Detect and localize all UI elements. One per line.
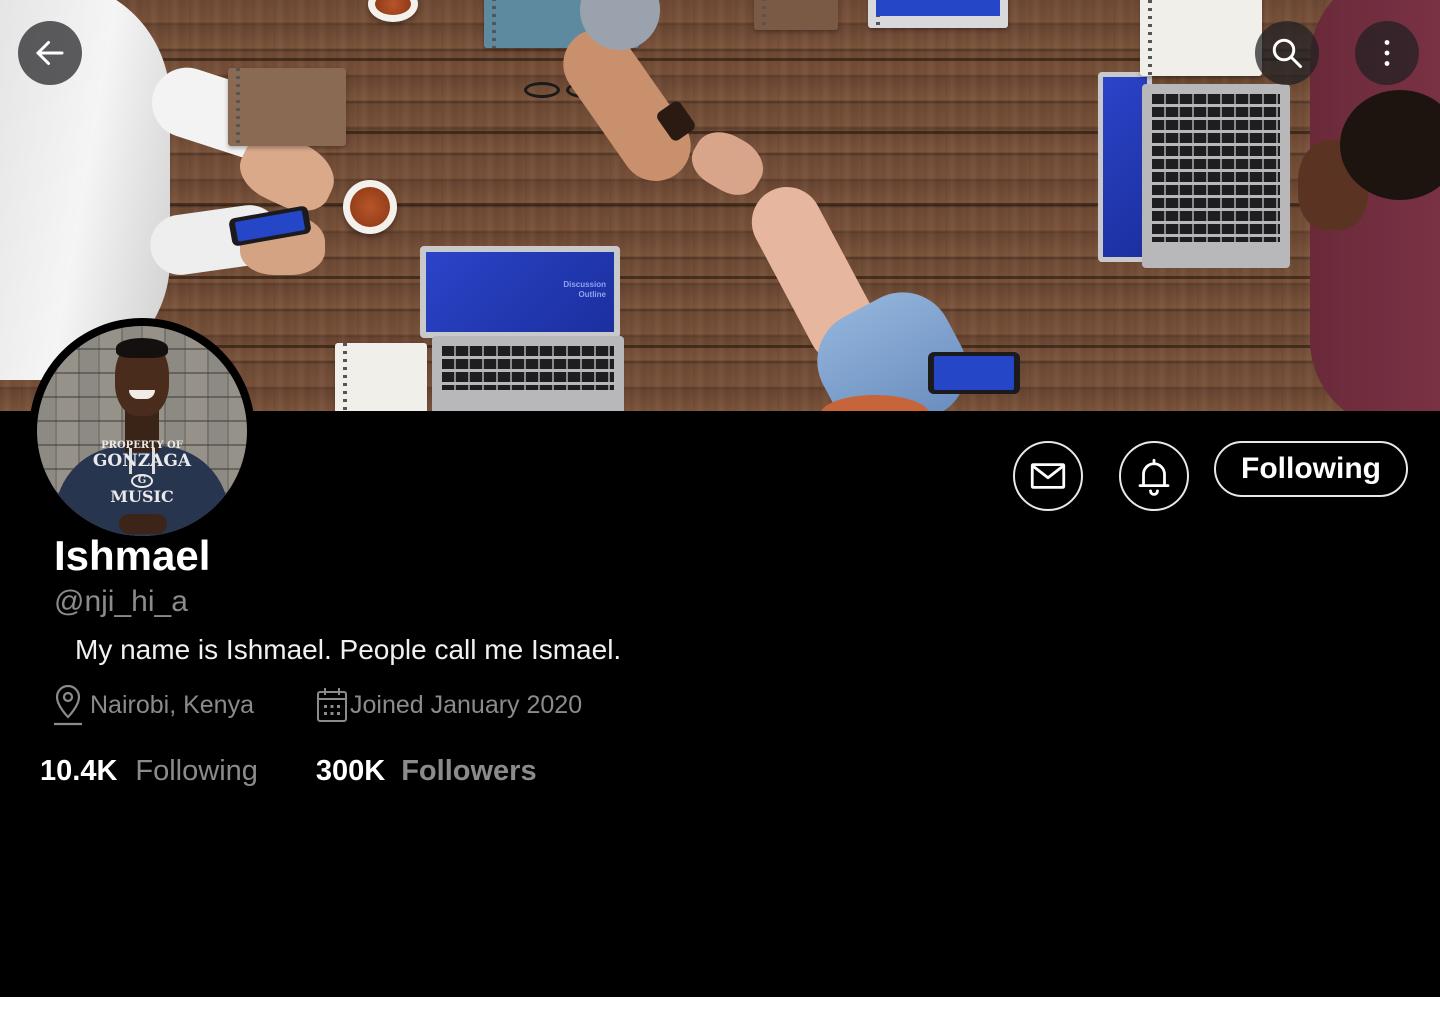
hoodie-text: PROPERTY OF [101,440,183,451]
more-button[interactable] [1355,21,1419,85]
more-vertical-icon [1384,40,1390,66]
join-date: Joined January 2020 [316,683,582,727]
profile-bio: My name is Ishmael. People call me Ismae… [75,634,622,665]
arrow-left-icon [36,41,64,65]
hoodie-text: MUSIC [110,487,174,506]
calendar-icon [316,686,348,724]
profile-handle: @nji_hi_a [54,585,188,618]
following-label[interactable]: Following [135,755,258,788]
message-button[interactable] [1013,441,1083,511]
notifications-button[interactable] [1119,441,1189,511]
join-date-text: Joined January 2020 [350,690,583,719]
back-button[interactable] [18,21,82,85]
mail-icon [1030,463,1066,489]
laptop-text-line: Outline [578,290,606,299]
location: Nairobi, Kenya [52,683,254,727]
laptop-text-line: Discussion [563,280,606,289]
avatar[interactable]: PROPERTY OF GONZAGA G MUSIC [29,318,255,544]
search-icon [1272,38,1302,68]
followers-label[interactable]: Followers [401,755,536,788]
following-button[interactable]: Following [1214,441,1408,497]
followers-count[interactable]: 300K [316,755,385,788]
search-button[interactable] [1255,21,1319,85]
bell-icon [1138,458,1170,496]
profile-name: Ishmael [54,532,211,579]
following-count[interactable]: 10.4K [40,755,117,788]
hoodie-text: GONZAGA [92,451,192,471]
location-pin-icon [52,683,84,727]
location-text: Nairobi, Kenya [90,690,254,719]
avatar-image: PROPERTY OF GONZAGA G MUSIC [37,326,247,536]
hoodie-text: G [130,474,154,488]
profile-page: Discussion Outline PROPERTY OF GONZAGA G… [0,0,1440,997]
profile-stats: 10.4K Following 300K Followers [40,751,537,791]
